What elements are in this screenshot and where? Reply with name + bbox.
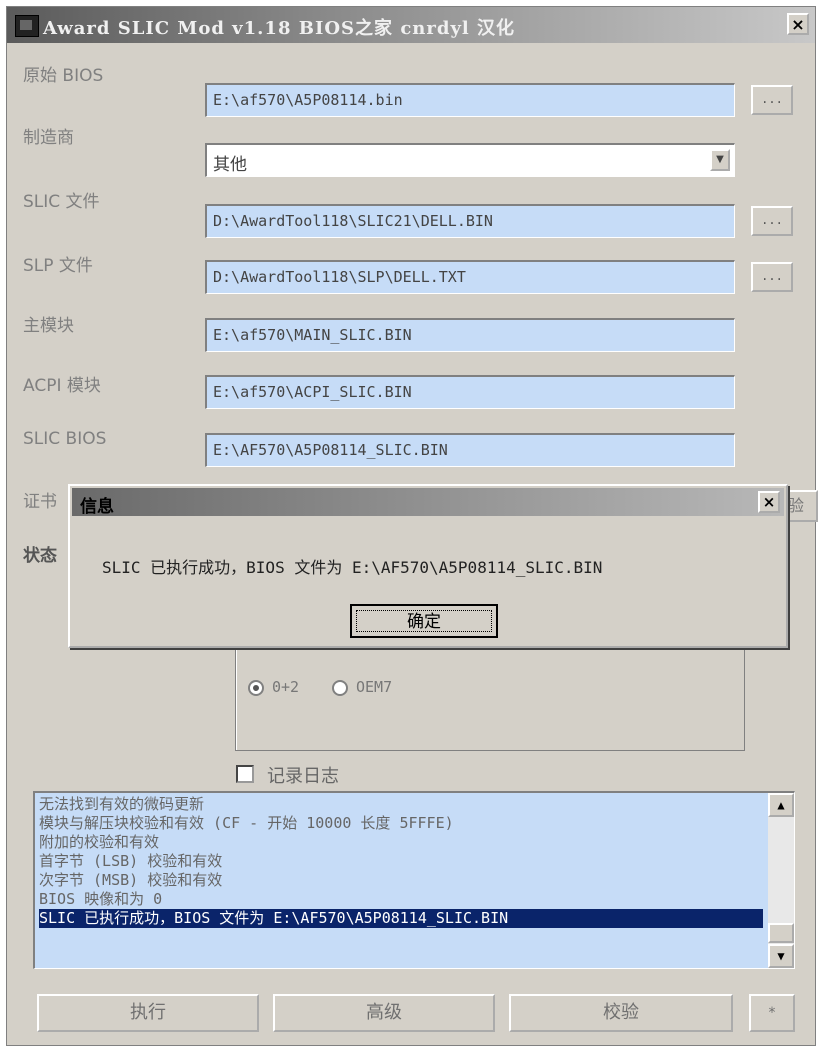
ok-button[interactable]: 确定 (350, 604, 498, 638)
slic-file-field[interactable]: D:\AwardTool118\SLIC21\DELL.BIN (205, 204, 735, 238)
radio-oem7[interactable] (332, 680, 348, 696)
dialog-close-button[interactable]: × (758, 491, 780, 513)
app-icon (15, 15, 39, 37)
list-item-selected[interactable]: SLIC 已执行成功，BIOS 文件为 E:\AF570\A5P08114_SL… (39, 909, 763, 928)
log-scrollbar[interactable]: ▲ ▼ (768, 793, 794, 968)
slic-bios-field[interactable]: E:\AF570\A5P08114_SLIC.BIN (205, 433, 735, 467)
manufacturer-value: 其他 (213, 155, 247, 175)
scroll-down-icon[interactable]: ▼ (768, 944, 794, 968)
scroll-thumb[interactable] (768, 923, 794, 943)
log-checkbox[interactable] (236, 765, 254, 783)
cert-label: 证书 (23, 492, 57, 512)
title-bar[interactable]: Award SLIC Mod v1.18 BIOS之家 cnrdyl 汉化 × (7, 7, 815, 43)
ok-button-label: 确定 (356, 610, 492, 632)
execute-button[interactable]: 执行 (37, 994, 259, 1032)
slic-bios-label: SLIC BIOS (23, 429, 107, 449)
original-bios-field[interactable]: E:\af570\A5P08114.bin (205, 83, 735, 117)
acpi-module-label: ACPI 模块 (23, 376, 101, 396)
slp-version-group: 0+2 OEM7 (235, 647, 745, 751)
list-item[interactable]: 模块与解压块校验和有效 (CF - 开始 10000 长度 5FFFE) (39, 814, 763, 833)
list-item[interactable]: 附加的校验和有效 (39, 833, 763, 852)
extra-button[interactable]: * (749, 994, 795, 1032)
list-item[interactable]: BIOS 映像和为 0 (39, 890, 763, 909)
window-title: Award SLIC Mod v1.18 BIOS之家 cnrdyl 汉化 (43, 18, 516, 39)
list-item[interactable]: 次字节 (MSB) 校验和有效 (39, 871, 763, 890)
main-module-label: 主模块 (23, 316, 74, 336)
dialog-title-bar[interactable]: 信息 × (72, 488, 784, 517)
dialog-title: 信息 (80, 497, 114, 517)
acpi-module-field[interactable]: E:\af570\ACPI_SLIC.BIN (205, 375, 735, 409)
radio-0plus2[interactable] (248, 680, 264, 696)
main-module-field[interactable]: E:\af570\MAIN_SLIC.BIN (205, 318, 735, 352)
dialog-message: SLIC 已执行成功，BIOS 文件为 E:\AF570\A5P08114_SL… (102, 558, 603, 577)
advanced-button[interactable]: 高级 (273, 994, 495, 1032)
list-item[interactable]: 首字节 (LSB) 校验和有效 (39, 852, 763, 871)
browse-slic-file-button[interactable]: ... (751, 206, 793, 236)
original-bios-label: 原始 BIOS (23, 66, 104, 86)
list-item[interactable]: 无法找到有效的微码更新 (39, 795, 763, 814)
chevron-down-icon[interactable]: ▼ (710, 149, 730, 171)
slp-file-field[interactable]: D:\AwardTool118\SLP\DELL.TXT (205, 260, 735, 294)
manufacturer-select[interactable]: 其他 ▼ (205, 143, 735, 177)
slp-file-label: SLP 文件 (23, 256, 93, 276)
close-button[interactable]: × (787, 13, 809, 35)
log-list: 无法找到有效的微码更新 模块与解压块校验和有效 (CF - 开始 10000 长… (39, 795, 763, 928)
browse-slp-file-button[interactable]: ... (751, 262, 793, 292)
browse-original-bios-button[interactable]: ... (751, 85, 793, 115)
log-checkbox-label: 记录日志 (267, 766, 339, 787)
log-listbox[interactable]: 无法找到有效的微码更新 模块与解压块校验和有效 (CF - 开始 10000 长… (33, 791, 795, 969)
radio-0plus2-label: 0+2 (272, 678, 300, 696)
manufacturer-label: 制造商 (23, 128, 74, 148)
status-label: 状态 (23, 546, 57, 566)
scroll-up-icon[interactable]: ▲ (768, 793, 794, 817)
slic-file-label: SLIC 文件 (23, 192, 100, 212)
info-dialog: 信息 × SLIC 已执行成功，BIOS 文件为 E:\AF570\A5P081… (68, 484, 788, 648)
radio-oem7-label: OEM7 (356, 678, 393, 696)
verify-button[interactable]: 校验 (509, 994, 733, 1032)
